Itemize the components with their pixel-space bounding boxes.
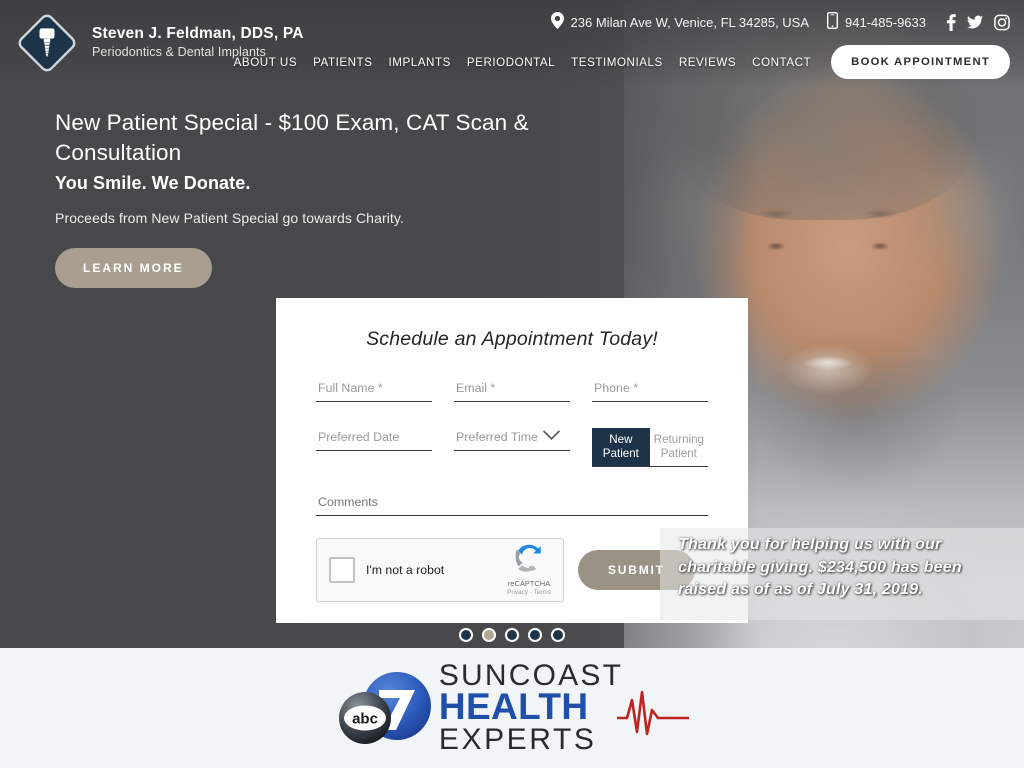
site-header: Steven J. Feldman, DDS, PA Periodontics …: [0, 0, 1024, 88]
logo-practice-name: Steven J. Feldman, DDS, PA: [92, 25, 304, 43]
form-row-contact: [316, 379, 708, 402]
carousel-dot-5[interactable]: [551, 628, 565, 642]
charity-message: Thank you for helping us with our charit…: [678, 534, 1018, 602]
charity-line-3: raised as of as of July 31, 2019.: [678, 581, 923, 599]
preferred-date-field: [316, 428, 432, 467]
phone-field: [592, 379, 708, 402]
comments-field: [316, 493, 708, 517]
address-text: 236 Milan Ave W, Venice, FL 34285, USA: [570, 14, 810, 30]
patient-type-toggle: New Patient Returning Patient: [592, 428, 708, 468]
location-pin-icon: [550, 12, 564, 32]
page-root: Steven J. Feldman, DDS, PA Periodontics …: [0, 0, 1024, 768]
nav-item-reviews[interactable]: REVIEWS: [671, 56, 744, 69]
recaptcha-branding: reCAPTCHA Privacy - Terms: [507, 544, 551, 596]
recaptcha-label: I'm not a robot: [366, 563, 445, 578]
nav-item-about-us[interactable]: ABOUT US: [226, 56, 305, 69]
recaptcha-widget[interactable]: I'm not a robot reCAPTCHA Privacy - Term…: [316, 538, 564, 603]
returning-patient-toggle[interactable]: Returning Patient: [650, 428, 708, 466]
charity-line-2: charitable giving. $234,500 has been: [678, 557, 1018, 580]
charity-amount: $234,500: [817, 558, 887, 576]
book-appointment-button[interactable]: BOOK APPOINTMENT: [831, 45, 1010, 79]
dental-implant-icon: [14, 10, 80, 76]
recaptcha-checkbox[interactable]: [329, 557, 355, 584]
recaptcha-legal-text: Privacy - Terms: [507, 589, 551, 597]
carousel-dot-1[interactable]: [459, 628, 473, 642]
hero-heading: New Patient Special - $100 Exam, CAT Sca…: [55, 110, 529, 165]
captcha-submit-row: I'm not a robot reCAPTCHA Privacy - Term…: [316, 538, 708, 603]
comments-input[interactable]: [316, 495, 708, 517]
header-address[interactable]: 236 Milan Ave W, Venice, FL 34285, USA: [550, 12, 810, 32]
form-row-scheduling: New Patient Returning Patient: [316, 428, 708, 468]
hero-copy: New Patient Special - $100 Exam, CAT Sca…: [55, 108, 575, 289]
header-phone[interactable]: 941-485-9633: [827, 11, 926, 32]
charity-line-2-pre: charitable giving.: [678, 558, 818, 576]
header-contact-row: 236 Milan Ave W, Venice, FL 34285, USA 9…: [550, 11, 1010, 32]
recaptcha-icon: [515, 545, 543, 576]
email-field: [454, 379, 570, 402]
nav-item-implants[interactable]: IMPLANTS: [380, 56, 458, 69]
facebook-icon[interactable]: [946, 13, 956, 31]
nav-item-testimonials[interactable]: TESTIMONIALS: [563, 56, 671, 69]
learn-more-button[interactable]: LEARN MORE: [55, 248, 212, 289]
recaptcha-brand-text: reCAPTCHA: [507, 579, 551, 589]
full-name-field: [316, 379, 432, 402]
hero-paragraph: Proceeds from New Patient Special go tow…: [55, 210, 404, 227]
new-patient-toggle[interactable]: New Patient: [592, 428, 650, 467]
form-title: Schedule an Appointment Today!: [366, 328, 658, 350]
carousel-dot-3[interactable]: [505, 628, 519, 642]
preferred-time-field: [454, 428, 570, 467]
nav-item-contact[interactable]: CONTACT: [744, 56, 819, 69]
abc7-badge-icon: abc: [335, 664, 443, 752]
charity-line-1: Thank you for helping us with our: [678, 536, 942, 553]
ekg-line-icon: [615, 688, 691, 743]
preferred-date-input[interactable]: [316, 430, 432, 451]
social-links: [946, 13, 1010, 31]
carousel-dot-4[interactable]: [528, 628, 542, 642]
charity-line-2-post: has been: [886, 558, 962, 576]
nav-item-periodontal[interactable]: PERIODONTAL: [459, 56, 563, 69]
main-navigation: ABOUT US PATIENTS IMPLANTS PERIODONTAL T…: [226, 45, 1010, 79]
suncoast-wordmark: SUNCOAST HEALTH EXPERTS: [438, 660, 623, 757]
svg-text:abc: abc: [352, 711, 378, 728]
email-input[interactable]: [454, 381, 570, 402]
preferred-time-input[interactable]: [454, 430, 570, 451]
phone-text: 941-485-9633: [845, 14, 926, 30]
phone-input[interactable]: [592, 381, 708, 402]
partner-logo-band: abc SUNCOAST HEALTH EXPERTS: [0, 648, 1024, 768]
instagram-icon[interactable]: [994, 14, 1010, 31]
full-name-input[interactable]: [316, 381, 432, 402]
carousel-dots: [0, 628, 1024, 642]
mobile-phone-icon: [827, 11, 839, 32]
twitter-icon[interactable]: [967, 14, 983, 31]
carousel-dot-2[interactable]: [482, 628, 496, 642]
nav-item-patients[interactable]: PATIENTS: [305, 56, 380, 69]
hero-subheading: You Smile. We Donate.: [55, 173, 251, 194]
suncoast-health-experts-logo: abc SUNCOAST HEALTH EXPERTS: [335, 660, 691, 757]
suncoast-line-3: EXPERTS: [438, 723, 597, 757]
suncoast-line-2: HEALTH: [438, 686, 589, 728]
